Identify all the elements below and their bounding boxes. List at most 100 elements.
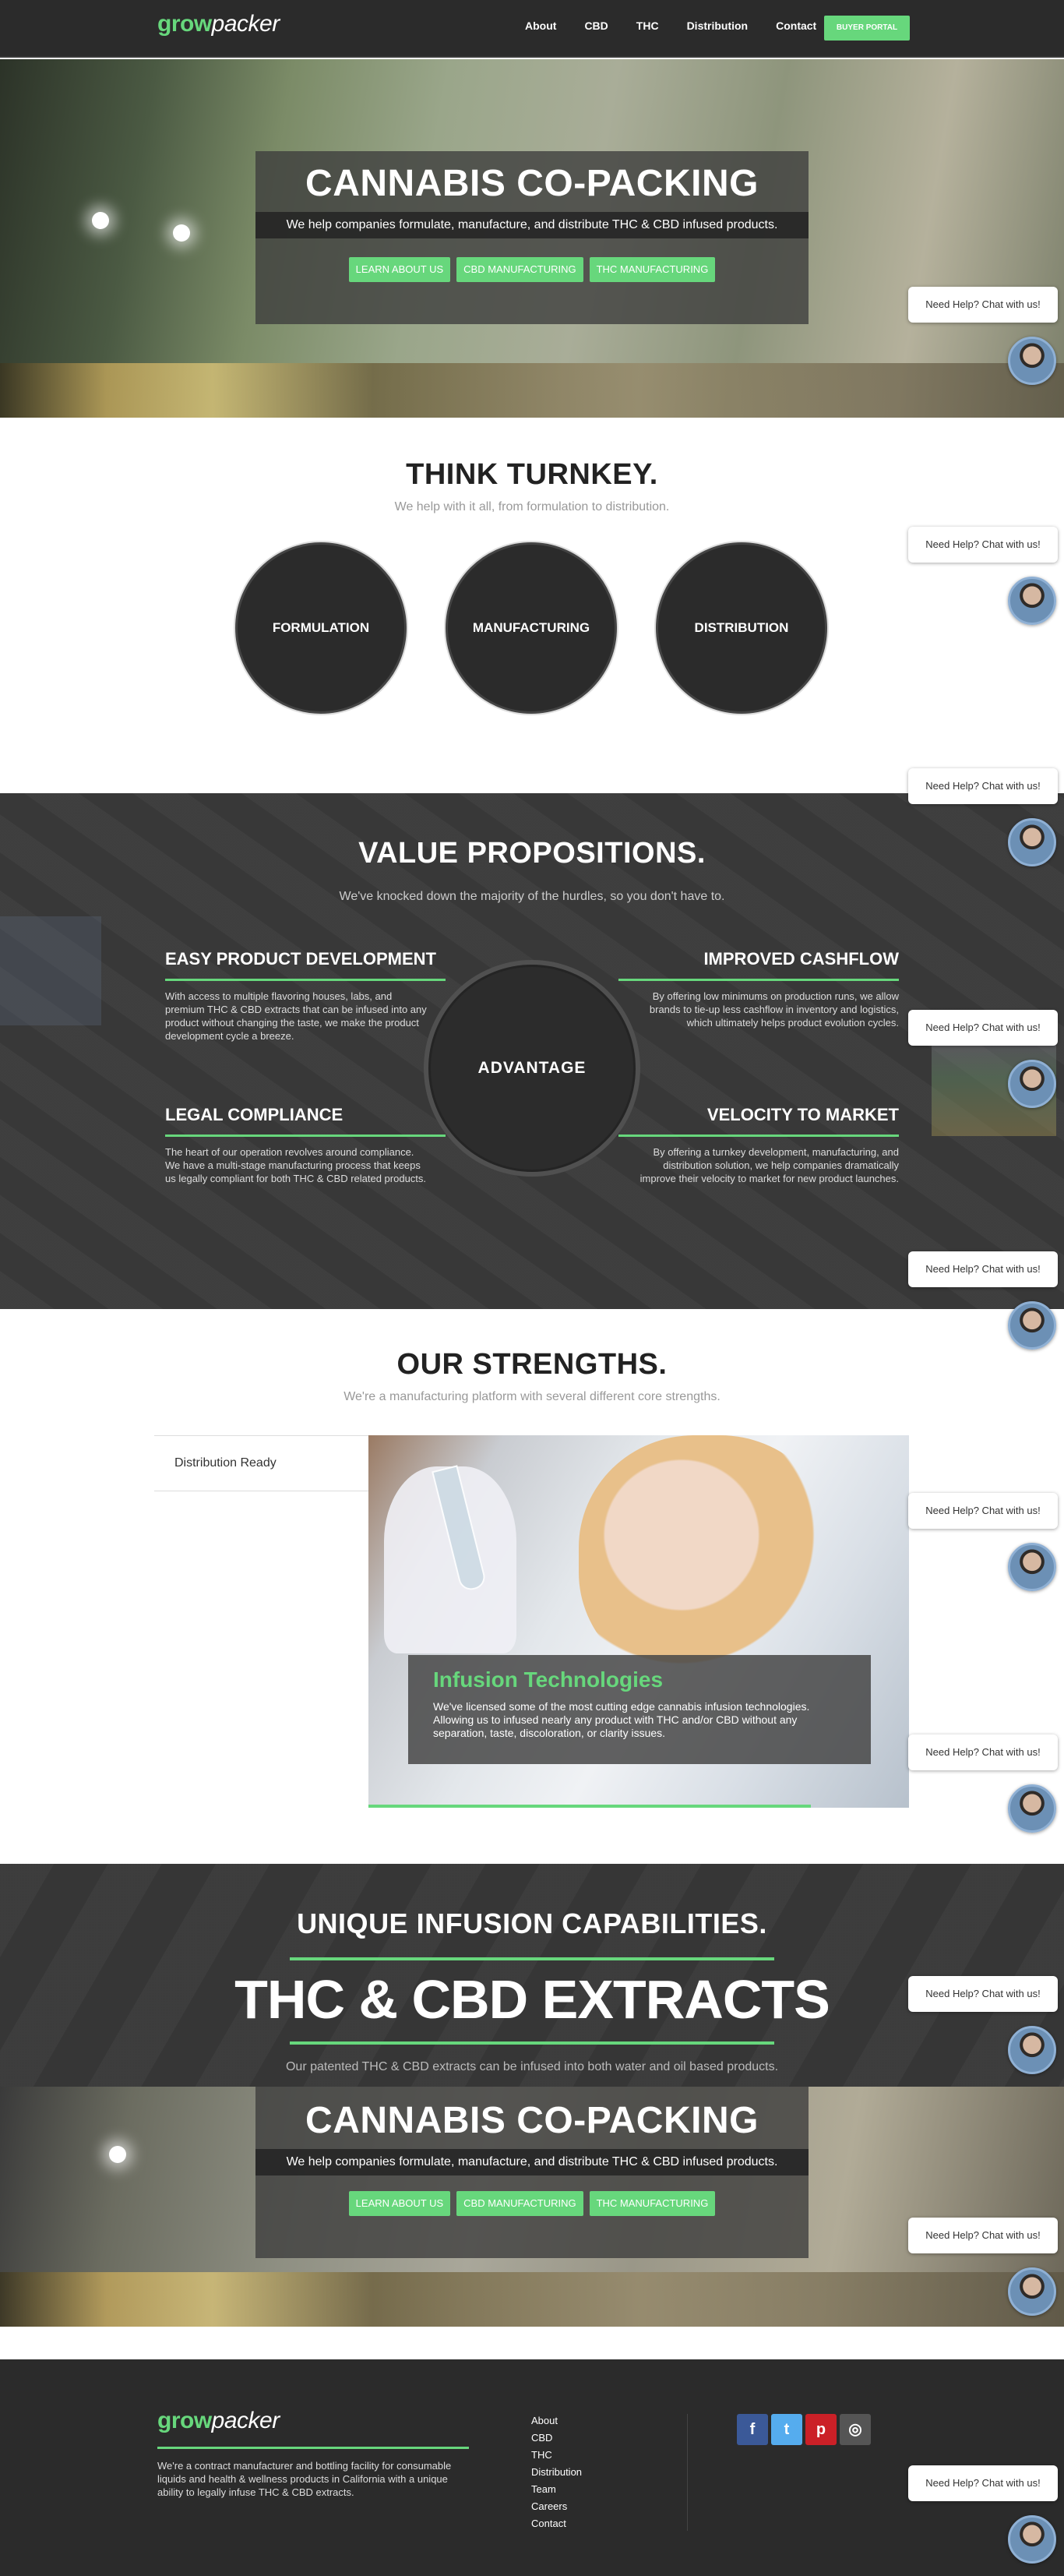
footer-link-thc[interactable]: THC xyxy=(531,2447,582,2464)
footer-divider xyxy=(687,2414,688,2531)
logo-grow-text: grow xyxy=(157,2408,212,2433)
chat-prompt[interactable]: Need Help? Chat with us! xyxy=(908,1734,1058,1770)
hero-title: CANNABIS CO-PACKING xyxy=(305,2100,759,2141)
chat-prompt[interactable]: Need Help? Chat with us! xyxy=(908,1251,1058,1287)
hero-buttons: LEARN ABOUT US CBD MANUFACTURING THC MANUF… xyxy=(255,257,809,282)
footer-link-team[interactable]: Team xyxy=(531,2481,582,2498)
manufacturing-circle[interactable]: MANUFACTURING xyxy=(446,542,617,714)
chat-avatar-icon[interactable] xyxy=(1008,2026,1056,2074)
footer-description: We're a contract manufacturer and bottli… xyxy=(157,2460,452,2498)
chat-prompt[interactable]: Need Help? Chat with us! xyxy=(908,1010,1058,1046)
value-divider xyxy=(165,979,446,981)
hero-light xyxy=(109,2146,126,2163)
extracts-headline: THC & CBD EXTRACTS xyxy=(234,1969,830,2030)
footer-link-distribution[interactable]: Distribution xyxy=(531,2464,582,2481)
nav-thc[interactable]: THC xyxy=(636,19,659,32)
hero-title: CANNABIS CO-PACKING xyxy=(305,163,759,204)
footer-link-about[interactable]: About xyxy=(531,2412,582,2430)
distribution-circle[interactable]: DISTRIBUTION xyxy=(656,542,827,714)
chat-prompt[interactable]: Need Help? Chat with us! xyxy=(908,287,1058,323)
value-background-swatch xyxy=(0,916,101,1025)
chat-prompt[interactable]: Need Help? Chat with us! xyxy=(908,527,1058,563)
hero-subtitle: We help companies formulate, manufacture… xyxy=(255,212,809,238)
nav-distribution[interactable]: Distribution xyxy=(687,19,749,32)
velocity-to-market-title: VELOCITY TO MARKET xyxy=(706,1105,899,1124)
footer-logo-underline xyxy=(157,2447,469,2449)
footer-link-cbd[interactable]: CBD xyxy=(531,2430,582,2447)
footer-logo[interactable]: growpacker xyxy=(157,2408,280,2434)
advantage-circle: ADVANTAGE xyxy=(428,965,636,1172)
formulation-circle[interactable]: FORMULATION xyxy=(235,542,407,714)
easy-product-development-text: With access to multiple flavoring houses… xyxy=(165,990,427,1042)
chat-prompt[interactable]: Need Help? Chat with us! xyxy=(908,1976,1058,2012)
value-subtitle: We've knocked down the majority of the h… xyxy=(339,890,725,903)
legal-compliance-title: LEGAL COMPLIANCE xyxy=(165,1105,344,1124)
learn-about-us-button[interactable]: LEARN ABOUT US xyxy=(348,2191,451,2216)
chat-avatar-icon[interactable] xyxy=(1008,337,1056,385)
velocity-to-market-text: By offering a turnkey development, manuf… xyxy=(639,1146,899,1184)
nav-contact[interactable]: Contact xyxy=(776,19,816,32)
chat-avatar-icon[interactable] xyxy=(1008,2267,1056,2316)
footer-link-contact[interactable]: Contact xyxy=(531,2515,582,2532)
hero-buttons: LEARN ABOUT US CBD MANUFACTURING THC MANUF… xyxy=(255,2191,809,2216)
cbd-manufacturing-button[interactable]: CBD MANUFACTURING xyxy=(456,2191,583,2216)
value-divider xyxy=(165,1134,446,1137)
infusion-technologies-title: Infusion Technologies xyxy=(433,1667,664,1692)
strengths-subtitle: We're a manufacturing platform with seve… xyxy=(344,1390,720,1403)
improved-cashflow-text: By offering low minimums on production r… xyxy=(649,990,899,1029)
chat-avatar-icon[interactable] xyxy=(1008,1060,1056,1108)
turnkey-title: THINK TURNKEY. xyxy=(406,458,658,491)
thc-manufacturing-button[interactable]: THC MANUFACTURING xyxy=(589,2191,716,2216)
instagram-icon[interactable]: ◎ xyxy=(840,2414,871,2445)
chat-prompt[interactable]: Need Help? Chat with us! xyxy=(908,2218,1058,2253)
pinterest-icon[interactable]: p xyxy=(805,2414,837,2445)
hero-section: CANNABIS CO-PACKING We help companies fo… xyxy=(0,59,1064,418)
nav-about[interactable]: About xyxy=(525,19,556,32)
cbd-manufacturing-button[interactable]: CBD MANUFACTURING xyxy=(456,257,583,282)
chat-avatar-icon[interactable] xyxy=(1008,1301,1056,1350)
hero-overlay-box: CANNABIS CO-PACKING We help companies fo… xyxy=(255,151,809,324)
chat-avatar-icon[interactable] xyxy=(1008,2515,1056,2564)
infusion-technologies-text: We've licensed some of the most cutting … xyxy=(433,1700,810,1739)
thc-manufacturing-button[interactable]: THC MANUFACTURING xyxy=(589,257,716,282)
twitter-icon[interactable]: t xyxy=(771,2414,802,2445)
chat-prompt[interactable]: Need Help? Chat with us! xyxy=(908,768,1058,804)
easy-product-development-title: EASY PRODUCT DEVELOPMENT xyxy=(165,949,436,969)
improved-cashflow-title: IMPROVED CASHFLOW xyxy=(703,949,899,969)
strength-tab-distribution-ready[interactable]: Distribution Ready xyxy=(154,1435,369,1491)
chat-avatar-icon[interactable] xyxy=(1008,818,1056,866)
legal-compliance-text: The heart of our operation revolves arou… xyxy=(165,1146,427,1184)
site-header: growpacker About CBD THC Distribution Co… xyxy=(0,0,1064,58)
hero-platform-floor xyxy=(0,363,1064,418)
hero-section-repeat: CANNABIS CO-PACKING We help companies fo… xyxy=(0,2087,1064,2327)
facebook-icon[interactable]: f xyxy=(737,2414,768,2445)
hero-subtitle: We help companies formulate, manufacture… xyxy=(255,2149,809,2175)
strengths-title: OUR STRENGTHS. xyxy=(396,1348,668,1381)
nav-cbd[interactable]: CBD xyxy=(584,19,608,32)
buyer-portal-button[interactable]: BUYER PORTAL xyxy=(824,16,910,41)
value-divider xyxy=(618,979,899,981)
learn-about-us-button[interactable]: LEARN ABOUT US xyxy=(348,257,451,282)
extracts-subtitle: Our patented THC & CBD extracts can be i… xyxy=(285,2060,779,2073)
chat-prompt[interactable]: Need Help? Chat with us! xyxy=(908,1493,1058,1529)
hero-overlay-box: CANNABIS CO-PACKING We help companies fo… xyxy=(255,2087,809,2258)
chat-avatar-icon[interactable] xyxy=(1008,1543,1056,1591)
logo[interactable]: growpacker xyxy=(157,11,280,37)
extracts-bottom-line xyxy=(290,2041,774,2045)
main-nav: About CBD THC Distribution Contact xyxy=(525,19,844,32)
chat-avatar-icon[interactable] xyxy=(1008,1784,1056,1833)
chat-avatar-icon[interactable] xyxy=(1008,577,1056,625)
hero-platform-floor xyxy=(0,2272,1064,2327)
hero-light xyxy=(92,212,109,229)
logo-packer-text: packer xyxy=(211,11,280,37)
extracts-top-line xyxy=(290,1957,774,1960)
infusion-technologies-overlay: Infusion Technologies We've licensed som… xyxy=(408,1655,871,1764)
logo-grow-text: grow xyxy=(157,11,212,37)
logo-packer-text: packer xyxy=(211,2408,280,2433)
value-title: VALUE PROPOSITIONS. xyxy=(358,837,706,870)
footer-link-careers[interactable]: Careers xyxy=(531,2498,582,2515)
lab-image-scientist xyxy=(579,1435,836,1685)
extracts-kicker: UNIQUE INFUSION CAPABILITIES. xyxy=(297,1907,767,1939)
value-divider xyxy=(618,1134,899,1137)
chat-prompt[interactable]: Need Help? Chat with us! xyxy=(908,2465,1058,2501)
